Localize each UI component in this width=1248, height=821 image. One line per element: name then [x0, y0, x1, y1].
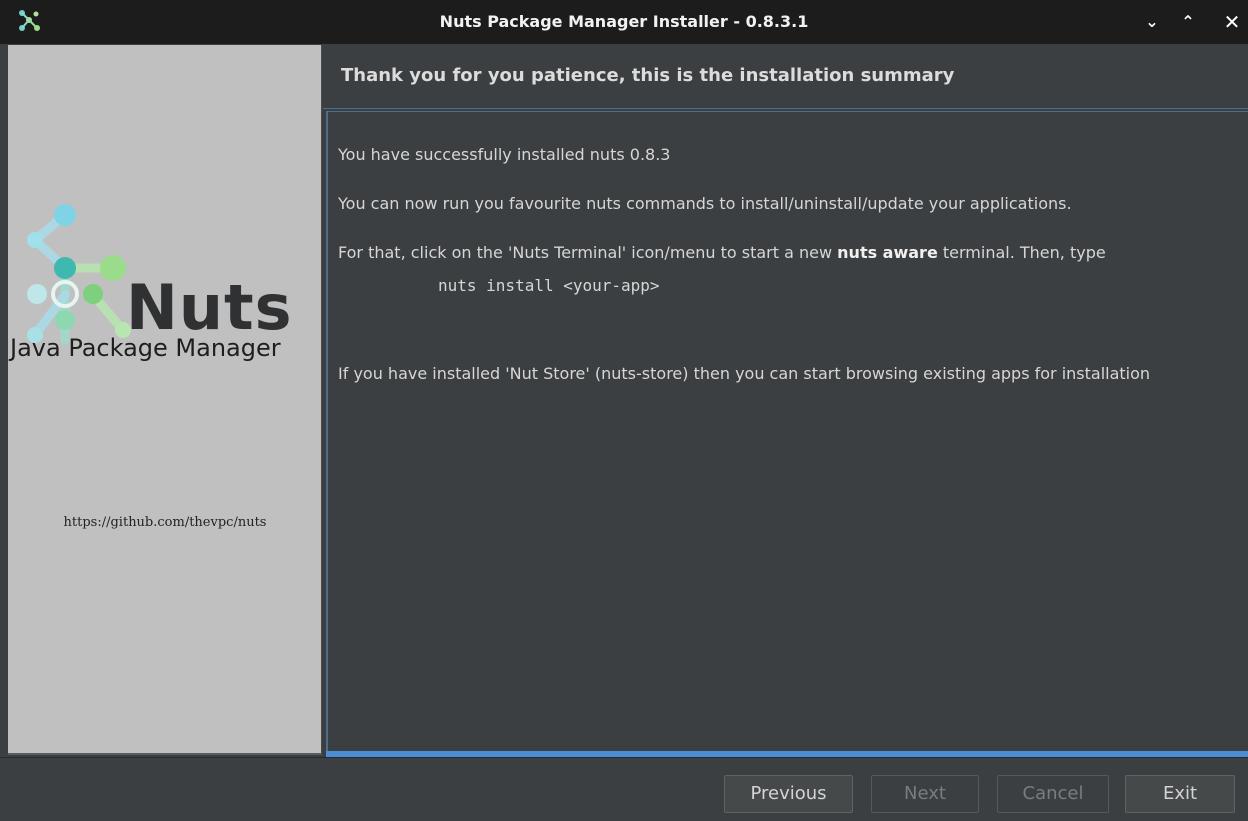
- install-command: nuts install <your-app>: [438, 276, 660, 295]
- title-bar[interactable]: Nuts Package Manager Installer - 0.8.3.1…: [0, 0, 1248, 44]
- branding-panel: Nuts Java Package Manager https://github…: [8, 45, 322, 755]
- logo-wordmark: Nuts: [126, 271, 293, 344]
- maximize-button[interactable]: ⌃: [1174, 8, 1202, 36]
- close-icon: ✕: [1223, 10, 1241, 34]
- installer-window: Nuts Package Manager Installer - 0.8.3.1…: [0, 0, 1248, 821]
- instructions-bold: nuts aware: [837, 243, 938, 262]
- chevron-down-icon: ⌄: [1145, 12, 1159, 31]
- previous-button[interactable]: Previous: [724, 775, 853, 813]
- close-button[interactable]: ✕: [1218, 8, 1246, 36]
- cancel-button[interactable]: Cancel: [997, 775, 1109, 813]
- terminal-instructions: For that, click on the 'Nuts Terminal' i…: [338, 241, 1106, 265]
- repo-url-text: https://github.com/thevpc/nuts: [63, 515, 267, 530]
- store-message: If you have installed 'Nut Store' (nuts-…: [338, 364, 1151, 383]
- exit-button[interactable]: Exit: [1125, 775, 1235, 813]
- next-button[interactable]: Next: [871, 775, 979, 813]
- nuts-app-icon[interactable]: [16, 8, 42, 34]
- logo-subtitle: Java Package Manager: [10, 334, 281, 362]
- step-header: Thank you for you patience, this is the …: [323, 45, 1248, 109]
- summary-content[interactable]: You have successfully installed nuts 0.8…: [326, 111, 1248, 752]
- summary-panel: Thank you for you patience, this is the …: [323, 45, 1248, 757]
- minimize-button[interactable]: ⌄: [1138, 8, 1166, 36]
- chevron-up-icon: ⌃: [1181, 12, 1195, 31]
- instructions-text-after: terminal. Then, type: [937, 243, 1106, 262]
- commands-message: You can now run you favourite nuts comma…: [338, 194, 1072, 213]
- instructions-text-before: For that, click on the 'Nuts Terminal' i…: [338, 243, 838, 262]
- button-bar: Previous Next Cancel Exit: [0, 757, 1248, 821]
- page-title: Thank you for you patience, this is the …: [341, 65, 955, 86]
- window-title: Nuts Package Manager Installer - 0.8.3.1: [439, 12, 809, 31]
- success-message: You have successfully installed nuts 0.8…: [338, 145, 671, 164]
